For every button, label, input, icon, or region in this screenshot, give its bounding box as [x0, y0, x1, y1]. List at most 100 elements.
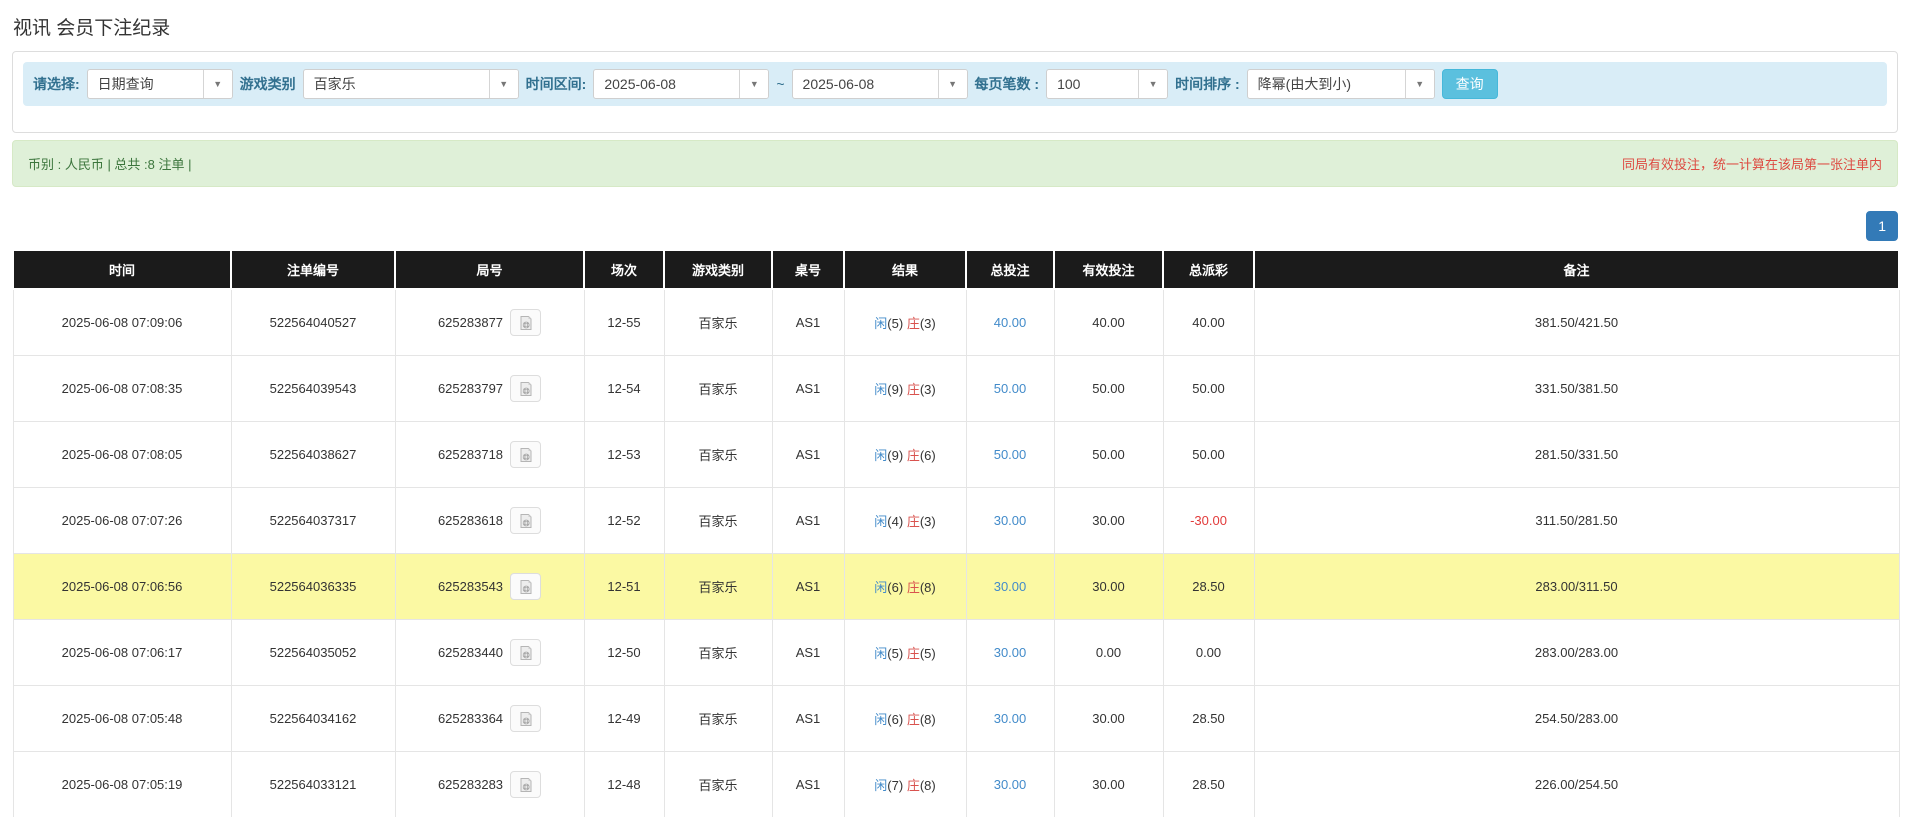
player-result-label: 闲: [874, 514, 887, 529]
total-bet-link[interactable]: 30.00: [994, 777, 1027, 792]
chevron-down-icon[interactable]: ▼: [1405, 70, 1434, 98]
cell-session: 12-54: [584, 356, 664, 422]
player-result-label: 闲: [874, 778, 887, 793]
search-button[interactable]: 查询: [1442, 69, 1498, 99]
player-result-label: 闲: [874, 382, 887, 397]
cell-game-type: 百家乐: [664, 488, 772, 554]
video-replay-button[interactable]: [510, 375, 541, 402]
table-row: 2025-06-08 07:09:06 522564040527 6252838…: [13, 289, 1899, 356]
banker-result-points: (6): [920, 448, 936, 463]
round-id-text: 625283283: [438, 777, 503, 792]
date-from-select[interactable]: 2025-06-08 ▼: [593, 69, 769, 99]
cell-game-type: 百家乐: [664, 422, 772, 488]
player-result-label: 闲: [874, 316, 887, 331]
banker-result-points: (3): [920, 382, 936, 397]
banker-result-points: (8): [920, 778, 936, 793]
cell-round-id: 625283283: [395, 752, 584, 819]
summary-bar: 币别 : 人民币 | 总共 :8 注单 | 同局有效投注，统一计算在该局第一张注…: [12, 140, 1898, 187]
video-replay-button[interactable]: [510, 309, 541, 336]
cell-total-bet: 30.00: [966, 488, 1054, 554]
video-replay-button[interactable]: [510, 639, 541, 666]
select-type-label: 请选择:: [33, 74, 80, 94]
page-title: 视讯 会员下注纪录: [0, 0, 1910, 47]
game-type-value: 百家乐: [304, 70, 489, 98]
cell-time: 2025-06-08 07:08:05: [13, 422, 231, 488]
header-game-type: 游戏类别: [664, 250, 772, 289]
cell-bet-id: 522564036335: [231, 554, 395, 620]
chevron-down-icon[interactable]: ▼: [739, 70, 768, 98]
film-reel-icon: [518, 315, 534, 331]
game-type-select[interactable]: 百家乐 ▼: [303, 69, 519, 99]
date-to-select[interactable]: 2025-06-08 ▼: [792, 69, 968, 99]
player-result-points: (7): [887, 778, 903, 793]
cell-valid-bet: 30.00: [1054, 488, 1163, 554]
cell-remark: 283.00/283.00: [1254, 620, 1899, 686]
video-replay-button[interactable]: [510, 705, 541, 732]
total-bet-link[interactable]: 30.00: [994, 513, 1027, 528]
sort-order-select[interactable]: 降幂(由大到小) ▼: [1247, 69, 1435, 99]
video-replay-button[interactable]: [510, 441, 541, 468]
cell-total-bet: 50.00: [966, 356, 1054, 422]
chevron-down-icon[interactable]: ▼: [489, 70, 518, 98]
header-total-bet: 总投注: [966, 250, 1054, 289]
cell-session: 12-52: [584, 488, 664, 554]
total-bet-link[interactable]: 30.00: [994, 711, 1027, 726]
total-bet-link[interactable]: 30.00: [994, 645, 1027, 660]
total-bet-link[interactable]: 30.00: [994, 579, 1027, 594]
cell-payout: 28.50: [1163, 554, 1254, 620]
query-type-select[interactable]: 日期查询 ▼: [87, 69, 233, 99]
table-row: 2025-06-08 07:05:48 522564034162 6252833…: [13, 686, 1899, 752]
cell-payout: 28.50: [1163, 752, 1254, 819]
total-bet-link[interactable]: 50.00: [994, 447, 1027, 462]
cell-remark: 311.50/281.50: [1254, 488, 1899, 554]
banker-result-points: (3): [920, 514, 936, 529]
banker-result-points: (5): [920, 646, 936, 661]
table-row: 2025-06-08 07:05:19 522564033121 6252832…: [13, 752, 1899, 819]
player-result-label: 闲: [874, 448, 887, 463]
date-to-value: 2025-06-08: [793, 70, 938, 98]
video-replay-button[interactable]: [510, 573, 541, 600]
banker-result-points: (8): [920, 712, 936, 727]
cell-time: 2025-06-08 07:06:56: [13, 554, 231, 620]
cell-time: 2025-06-08 07:05:19: [13, 752, 231, 819]
banker-result-label: 庄: [907, 382, 920, 397]
cell-bet-id: 522564039543: [231, 356, 395, 422]
cell-game-type: 百家乐: [664, 289, 772, 356]
bet-records-table: 时间 注单编号 局号 场次 游戏类别 桌号 结果 总投注 有效投注 总派彩 备注…: [12, 249, 1900, 819]
filter-panel: 请选择: 日期查询 ▼ 游戏类别 百家乐 ▼ 时间区间: 2025-06-08 …: [12, 51, 1898, 133]
range-separator: ~: [776, 76, 784, 92]
page-1-button[interactable]: 1: [1866, 211, 1898, 241]
table-header-row: 时间 注单编号 局号 场次 游戏类别 桌号 结果 总投注 有效投注 总派彩 备注: [13, 250, 1899, 289]
round-id-text: 625283440: [438, 645, 503, 660]
chevron-down-icon[interactable]: ▼: [938, 70, 967, 98]
cell-remark: 254.50/283.00: [1254, 686, 1899, 752]
cell-result: 闲(5) 庄(5): [844, 620, 966, 686]
cell-bet-id: 522564038627: [231, 422, 395, 488]
cell-session: 12-53: [584, 422, 664, 488]
cell-result: 闲(9) 庄(3): [844, 356, 966, 422]
round-id-text: 625283364: [438, 711, 503, 726]
video-replay-button[interactable]: [510, 507, 541, 534]
cell-payout: 0.00: [1163, 620, 1254, 686]
page-size-select[interactable]: 100 ▼: [1046, 69, 1168, 99]
total-bet-link[interactable]: 40.00: [994, 315, 1027, 330]
banker-result-points: (8): [920, 580, 936, 595]
chevron-down-icon[interactable]: ▼: [203, 70, 232, 98]
banker-result-label: 庄: [907, 316, 920, 331]
cell-remark: 283.00/311.50: [1254, 554, 1899, 620]
header-payout: 总派彩: [1163, 250, 1254, 289]
query-type-value: 日期查询: [88, 70, 203, 98]
cell-valid-bet: 40.00: [1054, 289, 1163, 356]
cell-total-bet: 50.00: [966, 422, 1054, 488]
header-round-id: 局号: [395, 250, 584, 289]
chevron-down-icon[interactable]: ▼: [1138, 70, 1167, 98]
header-bet-id: 注单编号: [231, 250, 395, 289]
cell-bet-id: 522564034162: [231, 686, 395, 752]
cell-round-id: 625283797: [395, 356, 584, 422]
cell-session: 12-48: [584, 752, 664, 819]
video-replay-button[interactable]: [510, 771, 541, 798]
cell-payout: 50.00: [1163, 422, 1254, 488]
time-range-label: 时间区间:: [526, 74, 587, 94]
total-bet-link[interactable]: 50.00: [994, 381, 1027, 396]
banker-result-label: 庄: [907, 448, 920, 463]
